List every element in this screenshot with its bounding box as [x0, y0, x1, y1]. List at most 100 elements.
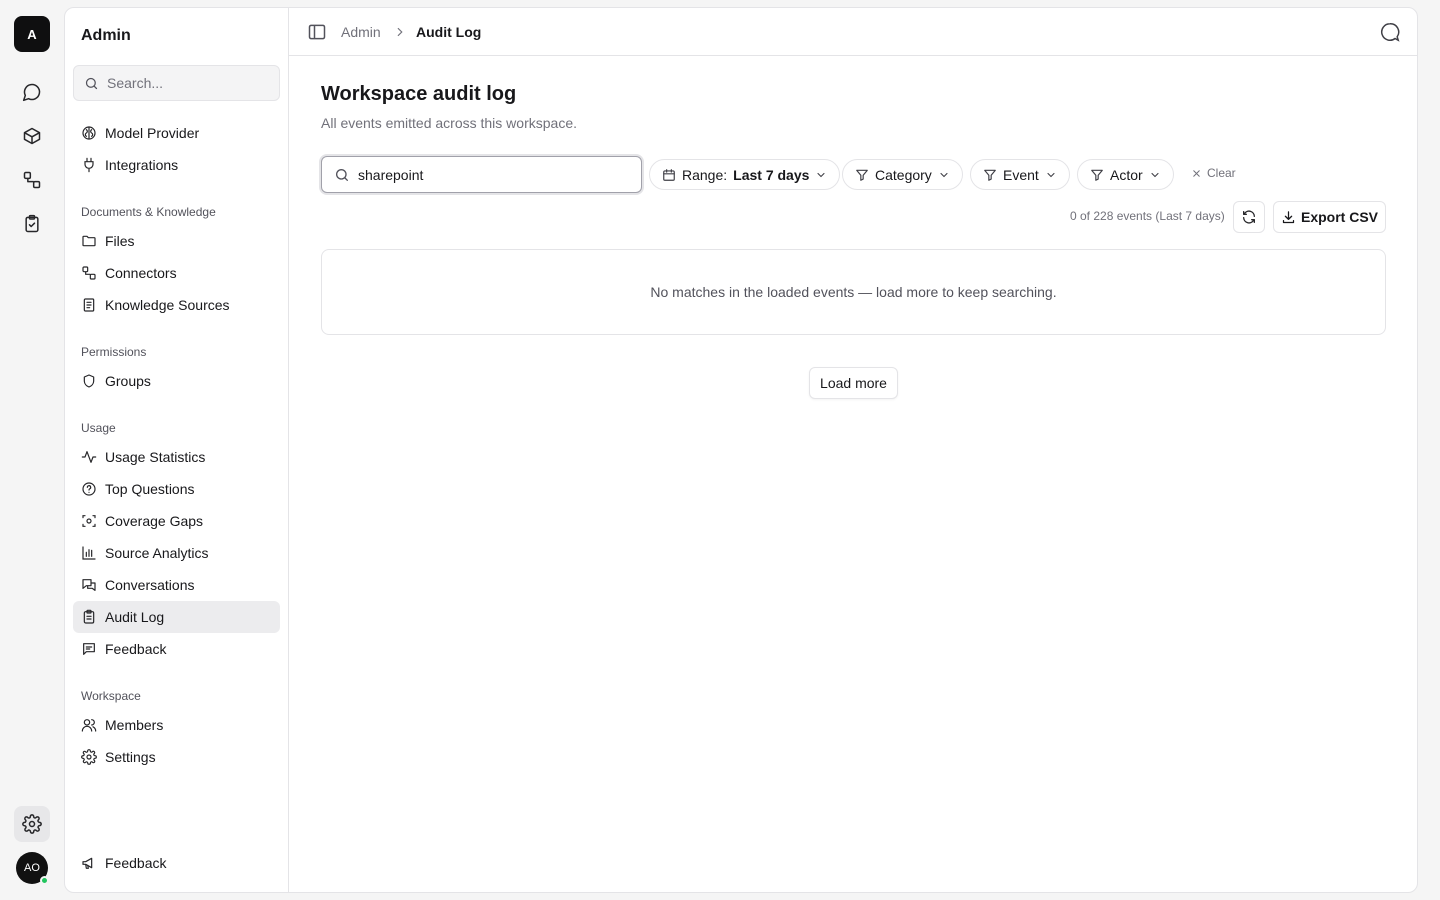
load-more-label: Load more — [820, 375, 887, 391]
sidebar-item-files[interactable]: Files — [73, 225, 280, 257]
refresh-icon — [1243, 210, 1255, 224]
main-content: Admin Audit Log Workspace audit log All … — [289, 8, 1417, 892]
section-documents-knowledge: Documents & Knowledge — [81, 205, 216, 219]
range-value: Last 7 days — [733, 166, 810, 183]
section-usage: Usage — [81, 421, 116, 435]
event-count: 0 of 228 events (Last 7 days) — [1070, 209, 1225, 223]
workspace-avatar[interactable]: A — [14, 16, 50, 52]
page-title: Workspace audit log — [321, 83, 517, 105]
sidebar-item-label: Feedback — [105, 855, 167, 871]
message-square-text-icon — [83, 643, 95, 655]
event-filter-button[interactable]: Event — [970, 159, 1070, 190]
event-label: Event — [1003, 166, 1039, 183]
shield-icon — [83, 374, 95, 388]
admin-sidebar: Admin Model Provider Integrations Docume… — [65, 8, 289, 892]
sidebar-item-connectors[interactable]: Connectors — [73, 257, 280, 289]
chevron-down-icon — [817, 172, 825, 177]
assistant-chat-icon[interactable] — [1379, 21, 1401, 43]
gear-icon — [81, 749, 97, 765]
sidebar-item-label: Knowledge Sources — [105, 297, 230, 313]
gear-icon — [22, 814, 42, 834]
filter-icon — [984, 169, 996, 181]
sidebar-item-conversations[interactable]: Conversations — [73, 569, 280, 601]
actor-filter-button[interactable]: Actor — [1077, 159, 1174, 190]
filter-icon — [856, 169, 868, 181]
rail-cube-button[interactable] — [14, 118, 50, 154]
chevron-right-icon — [397, 27, 403, 37]
activity-icon — [81, 451, 97, 463]
connectors-icon — [82, 266, 96, 280]
page-subtitle: All events emitted across this workspace… — [321, 115, 577, 131]
sidebar-item-label: Model Provider — [105, 125, 200, 141]
top-bar: Admin Audit Log — [289, 8, 1417, 56]
audit-search[interactable] — [321, 156, 642, 193]
sidebar-item-source-analytics[interactable]: Source Analytics — [73, 537, 280, 569]
sidebar-item-settings[interactable]: Settings — [73, 741, 280, 773]
clear-filters-button[interactable]: Clear — [1191, 166, 1236, 180]
rail-tasks-button[interactable] — [14, 206, 50, 242]
range-label: Range: — [682, 166, 728, 183]
sidebar-item-label: Members — [105, 717, 164, 733]
chevron-down-icon — [1151, 172, 1159, 177]
calendar-icon — [663, 168, 675, 181]
section-permissions: Permissions — [81, 345, 147, 359]
sidebar-title: Admin — [81, 27, 131, 44]
cube-icon — [23, 127, 41, 145]
export-csv-button[interactable]: Export CSV — [1273, 201, 1386, 233]
chevron-down-icon — [940, 172, 948, 177]
sidebar-item-knowledge-sources[interactable]: Knowledge Sources — [73, 289, 280, 321]
refresh-button[interactable] — [1233, 201, 1265, 233]
search-icon — [85, 77, 98, 89]
rail-chat-button[interactable] — [14, 74, 50, 110]
sidebar-item-members[interactable]: Members — [73, 709, 280, 741]
section-workspace: Workspace — [81, 689, 141, 703]
sidebar-item-label: Feedback — [105, 641, 167, 657]
user-avatar[interactable]: AO — [16, 852, 49, 885]
sidebar-item-label: Coverage Gaps — [105, 513, 204, 529]
rail-connectors-button[interactable] — [14, 162, 50, 198]
sidebar-item-label: Files — [105, 233, 135, 249]
sidebar-item-label: Connectors — [105, 265, 177, 281]
clipboard-check-icon — [25, 214, 39, 233]
folder-icon — [82, 235, 96, 247]
filter-icon — [1091, 169, 1103, 181]
scan-icon — [82, 515, 96, 527]
chevron-down-icon — [1047, 172, 1055, 177]
sidebar-item-usage-statistics[interactable]: Usage Statistics — [73, 441, 280, 473]
sidebar-item-top-questions[interactable]: Top Questions — [73, 473, 280, 505]
sidebar-search-input[interactable] — [107, 75, 267, 91]
sidebar-item-feedback[interactable]: Feedback — [73, 633, 280, 665]
range-filter-button[interactable]: Range: Last 7 days — [649, 159, 841, 190]
sidebar-toggle-icon[interactable] — [307, 22, 327, 42]
sidebar-search[interactable] — [73, 65, 280, 101]
clipboard-list-icon — [83, 609, 95, 624]
audit-search-input[interactable] — [358, 166, 618, 183]
online-status-dot — [40, 876, 49, 885]
user-initials: AO — [24, 862, 40, 874]
sidebar-item-label: Conversations — [105, 577, 195, 593]
sidebar-footer-feedback[interactable]: Feedback — [73, 847, 280, 879]
breadcrumb-parent[interactable]: Admin — [341, 24, 381, 40]
load-more-button[interactable]: Load more — [809, 367, 898, 399]
sidebar-item-audit-log[interactable]: Audit Log — [73, 601, 280, 633]
sidebar-item-coverage-gaps[interactable]: Coverage Gaps — [73, 505, 280, 537]
bar-chart-icon — [82, 546, 96, 560]
empty-state: No matches in the loaded events — load m… — [321, 249, 1386, 335]
sidebar-item-label: Settings — [105, 749, 156, 765]
users-icon — [81, 719, 97, 732]
connectors-icon — [23, 171, 41, 189]
category-filter-button[interactable]: Category — [842, 159, 963, 190]
download-icon — [1282, 210, 1295, 223]
sidebar-item-groups[interactable]: Groups — [73, 365, 280, 397]
megaphone-icon — [82, 857, 93, 869]
sidebar-item-model-provider[interactable]: Model Provider — [73, 117, 280, 149]
actor-label: Actor — [1110, 166, 1143, 183]
sidebar-item-label: Integrations — [105, 157, 179, 173]
sidebar-item-label: Groups — [105, 373, 151, 389]
rail-settings-button[interactable] — [14, 806, 50, 842]
close-icon — [1193, 169, 1200, 177]
question-circle-icon — [82, 482, 96, 496]
sidebar-item-integrations[interactable]: Integrations — [73, 149, 280, 181]
breadcrumb-current: Audit Log — [416, 24, 482, 40]
export-label: Export CSV — [1300, 209, 1378, 225]
